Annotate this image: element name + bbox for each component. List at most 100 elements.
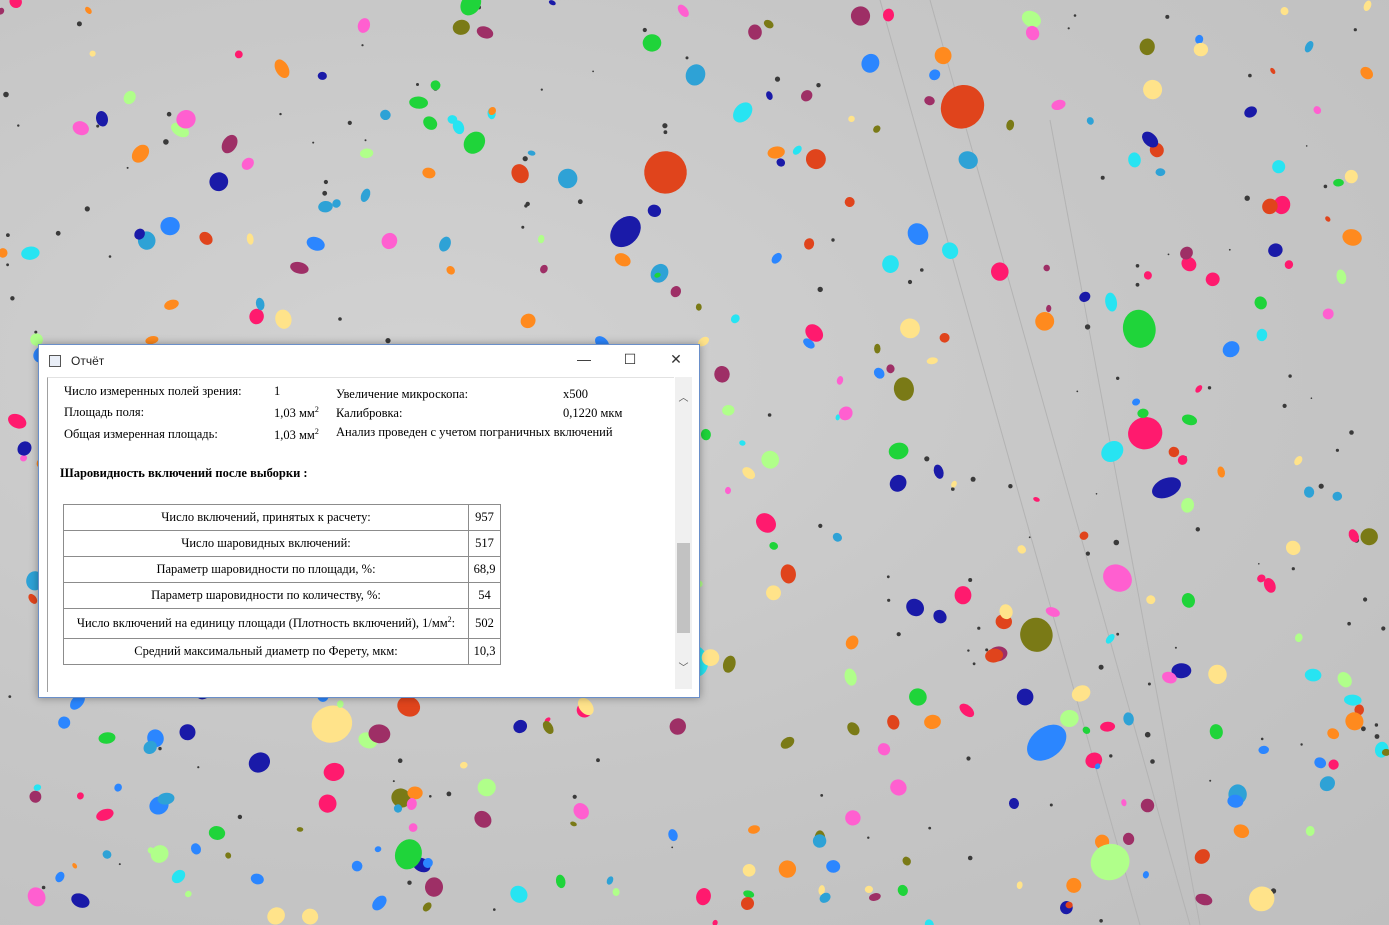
fields-count-label: Число измеренных полей зрения:: [64, 384, 242, 398]
pore-dot: [886, 575, 890, 579]
inclusion-particle: [1254, 296, 1267, 310]
pore-dot: [1008, 484, 1013, 489]
inclusion-particle: [1122, 832, 1135, 845]
results-table: Число включений, принятых к расчету: 957 Ч…: [63, 504, 501, 665]
inclusion-particle: [1085, 752, 1103, 769]
pore-dot: [84, 206, 90, 212]
inclusion-particle: [861, 53, 880, 73]
pore-dot: [312, 141, 315, 144]
inclusion-particle: [714, 366, 730, 383]
pore-dot: [416, 83, 419, 86]
inclusion-particle: [801, 90, 813, 102]
inclusion-particle: [742, 467, 756, 480]
scroll-thumb[interactable]: [677, 543, 690, 633]
inclusion-particle: [722, 404, 735, 416]
inclusion-particle: [357, 18, 371, 33]
inclusion-particle: [548, 0, 556, 6]
inclusion-particle: [850, 6, 871, 26]
inclusion-particle: [359, 148, 374, 159]
scroll-down-icon[interactable]: ﹀: [675, 659, 692, 674]
result-label: Число включений на единицу площади (Плот…: [63, 608, 469, 639]
inclusion-particle: [642, 34, 662, 52]
pore-dot: [1291, 567, 1295, 571]
inclusion-particle: [990, 262, 1009, 281]
inclusion-particle: [311, 705, 353, 743]
report-app-icon: [49, 355, 61, 367]
inclusion-particle: [409, 96, 428, 109]
pore-dot: [338, 317, 342, 321]
inclusion-particle: [1043, 264, 1050, 272]
pore-dot: [1374, 723, 1379, 727]
pore-dot: [1028, 536, 1031, 539]
minimize-button[interactable]: —: [561, 345, 607, 375]
inclusion-particle: [8, 413, 27, 429]
inclusion-particle: [199, 231, 213, 245]
inclusion-particle: [1045, 607, 1060, 617]
inclusion-particle: [1143, 79, 1163, 100]
inclusion-particle: [123, 90, 136, 105]
close-button[interactable]: ✕: [653, 345, 699, 375]
table-row: Число шаровидных включений: 517: [63, 530, 501, 557]
pore-dot: [577, 199, 583, 205]
inclusion-particle: [805, 149, 826, 170]
pore-dot: [1085, 551, 1090, 556]
inclusion-particle: [1020, 617, 1053, 652]
inclusion-particle: [959, 703, 975, 718]
inclusion-particle: [225, 852, 232, 859]
inclusion-particle: [769, 542, 779, 550]
pore-dot: [572, 794, 577, 799]
inclusion-particle: [1332, 491, 1343, 501]
inclusion-particle: [890, 779, 907, 796]
inclusion-particle: [1195, 385, 1203, 393]
inclusion-particle: [740, 897, 755, 910]
total-area-label: Общая измеренная площадь:: [64, 427, 218, 441]
inclusion-particle: [1060, 901, 1073, 915]
inclusion-particle: [190, 843, 202, 855]
maximize-button[interactable]: ☐: [607, 345, 653, 375]
scroll-up-icon[interactable]: ︿: [675, 389, 692, 404]
inclusion-particle: [882, 255, 899, 273]
inclusion-particle: [540, 264, 548, 274]
title-bar[interactable]: Отчёт — ☐ ✕: [39, 345, 699, 375]
inclusion-particle: [323, 762, 345, 781]
result-value: 54: [468, 582, 501, 609]
inclusion-particle: [1177, 455, 1188, 465]
inclusion-particle: [1195, 893, 1213, 906]
inclusion-particle: [893, 377, 914, 401]
inclusion-particle: [1008, 798, 1020, 809]
inclusion-particle: [939, 332, 950, 343]
inclusion-particle: [179, 724, 196, 741]
inclusion-particle: [452, 19, 470, 35]
inclusion-particle: [669, 718, 686, 735]
inclusion-particle: [933, 464, 944, 479]
inclusion-particle: [1233, 824, 1250, 839]
pore-dot: [493, 908, 496, 911]
pore-dot: [907, 279, 913, 285]
inclusion-particle: [1319, 776, 1335, 792]
pore-dot: [126, 166, 129, 169]
inclusion-particle: [1046, 304, 1052, 313]
pore-dot: [1098, 664, 1104, 670]
table-row: Число включений на единицу площади (Плот…: [63, 608, 501, 639]
pore-dot: [1209, 779, 1212, 782]
vertical-scrollbar[interactable]: ︿ ﹀: [675, 377, 692, 689]
result-value: 68,9: [468, 556, 501, 583]
inclusion-particle: [476, 26, 494, 39]
pore-dot: [1381, 626, 1386, 631]
pore-dot: [322, 190, 328, 196]
inclusion-particle: [221, 134, 238, 154]
inclusion-particle: [1208, 664, 1227, 685]
inclusion-particle: [756, 513, 776, 533]
inclusion-particle: [767, 146, 785, 159]
inclusion-particle: [1336, 269, 1347, 285]
pore-dot: [1323, 184, 1328, 189]
pore-dot: [1310, 397, 1313, 400]
pore-dot: [279, 112, 282, 116]
result-label: Параметр шаровидности по количеству, %:: [63, 582, 469, 609]
inclusion-particle: [89, 50, 96, 57]
pore-dot: [108, 255, 112, 258]
pore-dot: [522, 156, 528, 162]
pore-dot: [397, 758, 403, 763]
inclusion-particle: [527, 150, 536, 156]
inclusion-particle: [21, 246, 40, 260]
